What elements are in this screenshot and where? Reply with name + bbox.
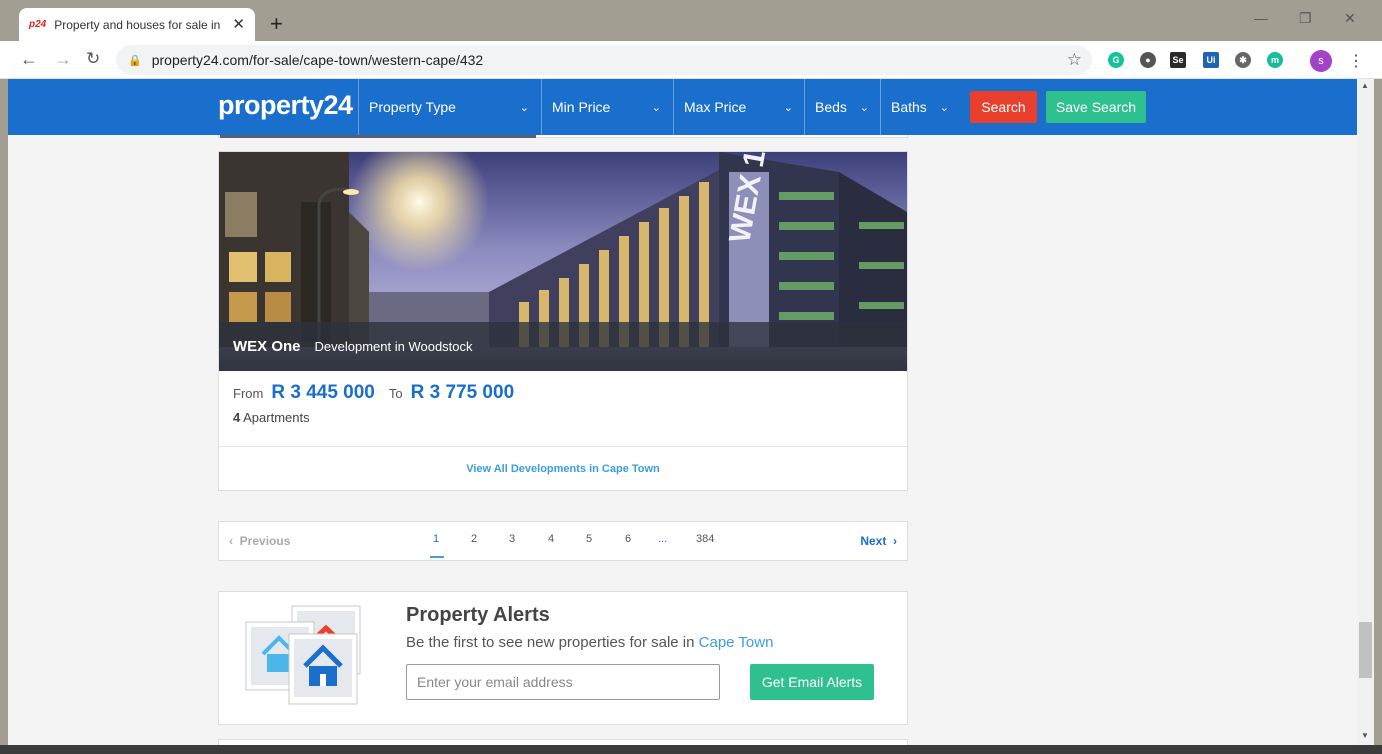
browser-toolbar: ← → ↻ 🔒 property24.com/for-sale/cape-tow… [0, 41, 1382, 79]
page-scrollbar[interactable]: ▲ ▼ [1357, 79, 1374, 745]
chevron-left-icon: ‹ [229, 534, 240, 548]
scrollbar-thumb[interactable] [1359, 622, 1372, 678]
page-link[interactable]: 384 [696, 533, 714, 545]
circle-extension-icon[interactable]: ● [1140, 52, 1156, 68]
grammarly-icon[interactable]: G [1108, 52, 1124, 68]
filter-label: Max Price [684, 99, 747, 115]
selenium-extension-icon[interactable]: Se [1170, 52, 1186, 68]
ui-extension-icon[interactable]: Ui [1203, 52, 1219, 68]
menu-kebab-icon[interactable]: ⋮ [1348, 51, 1364, 71]
chevron-down-icon: ⌄ [783, 101, 793, 114]
price-range: From R 3 445 000 To R 3 775 000 [233, 382, 528, 404]
m-extension-icon[interactable]: m [1267, 52, 1283, 68]
listing-image [220, 135, 536, 138]
alerts-city-link[interactable]: Cape Town [699, 634, 774, 651]
development-image[interactable]: WEX 1 WEX One Development in Woodstock [219, 152, 907, 371]
new-tab-icon[interactable]: + [270, 11, 283, 37]
address-bar[interactable]: 🔒 property24.com/for-sale/cape-town/west… [116, 45, 1092, 75]
development-name[interactable]: WEX One [233, 338, 301, 355]
bug-extension-icon[interactable]: ✱ [1235, 52, 1251, 68]
site-header: property24 Property Type ⌄ Min Price ⌄ M… [8, 79, 1357, 135]
close-tab-icon[interactable]: ✕ [232, 15, 245, 33]
os-taskbar [0, 745, 1382, 754]
filter-label: Baths [891, 99, 927, 115]
page-link[interactable]: 2 [471, 533, 477, 545]
alerts-subtitle: Be the first to see new properties for s… [406, 634, 773, 651]
property24-favicon-icon: p24 [29, 19, 47, 30]
chevron-down-icon: ⌄ [651, 101, 661, 114]
filter-label: Beds [815, 99, 847, 115]
pagination: ‹ Previous 1 2 3 4 5 6 ... 384 Next › [218, 521, 908, 561]
back-icon[interactable]: ← [20, 49, 38, 70]
close-window-icon[interactable]: ✕ [1344, 10, 1356, 27]
filter-min-price[interactable]: Min Price ⌄ [541, 79, 671, 135]
search-button[interactable]: Search [970, 91, 1037, 123]
page-link[interactable]: 1 [433, 533, 439, 545]
page-link[interactable]: 5 [586, 533, 592, 545]
development-caption: WEX One Development in Woodstock [219, 322, 907, 371]
price-to: R 3 775 000 [410, 382, 515, 403]
browser-tab[interactable]: p24 Property and houses for sale in C ✕ [19, 8, 255, 41]
development-card[interactable]: WEX 1 WEX One Development in Woodstock F… [218, 151, 908, 491]
development-type: Development in Woodstock [314, 339, 473, 354]
minimize-icon[interactable]: — [1254, 10, 1268, 26]
previous-listing-card[interactable] [218, 135, 908, 138]
page-link[interactable]: 3 [509, 533, 515, 545]
email-input[interactable] [406, 664, 720, 700]
chevron-down-icon: ⌄ [859, 101, 869, 114]
chevron-right-icon: › [886, 534, 897, 548]
previous-label: Previous [239, 534, 291, 548]
scroll-up-arrow-icon[interactable]: ▲ [1361, 81, 1369, 90]
to-label: To [388, 386, 403, 401]
unit-summary: 4 Apartments [233, 410, 310, 425]
page-link[interactable]: 6 [625, 533, 631, 545]
restore-icon[interactable]: ❐ [1299, 10, 1312, 27]
filter-beds[interactable]: Beds ⌄ [804, 79, 879, 135]
next-label: Next [860, 534, 887, 548]
page-link[interactable]: 4 [548, 533, 554, 545]
next-page-button[interactable]: Next › [860, 534, 897, 548]
from-label: From [233, 386, 264, 401]
filter-label: Property Type [369, 99, 456, 115]
unit-type: Apartments [243, 410, 310, 425]
property24-logo[interactable]: property24 [218, 90, 353, 121]
alerts-subtitle-text: Be the first to see new properties for s… [406, 634, 695, 651]
page-ellipsis[interactable]: ... [658, 533, 667, 545]
profile-avatar[interactable]: s [1310, 50, 1332, 72]
scroll-down-arrow-icon[interactable]: ▼ [1361, 731, 1369, 740]
save-search-button[interactable]: Save Search [1046, 91, 1146, 123]
filter-property-type[interactable]: Property Type ⌄ [358, 79, 539, 135]
get-email-alerts-button[interactable]: Get Email Alerts [750, 664, 874, 700]
property-alerts-panel: Property Alerts Be the first to see new … [218, 591, 908, 725]
current-page-indicator [430, 556, 444, 558]
tab-title: Property and houses for sale in C [54, 17, 225, 32]
page-content: WEX 1 WEX One Development in Woodstock F… [8, 135, 1357, 745]
forward-icon[interactable]: → [54, 49, 72, 70]
view-all-developments-link[interactable]: View All Developments in Cape Town [219, 446, 907, 490]
url-text: property24.com/for-sale/cape-town/wester… [151, 52, 484, 68]
house-alerts-illustration [245, 605, 361, 705]
previous-page-button[interactable]: ‹ Previous [229, 534, 290, 548]
bookmark-star-icon[interactable]: ☆ [1067, 50, 1082, 70]
chevron-down-icon: ⌄ [939, 101, 949, 114]
filter-max-price[interactable]: Max Price ⌄ [673, 79, 803, 135]
lock-icon: 🔒 [128, 54, 142, 67]
price-from: R 3 445 000 [271, 382, 375, 403]
filter-baths[interactable]: Baths ⌄ [880, 79, 959, 135]
chevron-down-icon: ⌄ [519, 101, 529, 114]
filter-label: Min Price [552, 99, 611, 115]
reload-icon[interactable]: ↻ [86, 49, 100, 69]
alerts-title: Property Alerts [406, 604, 550, 626]
browser-tab-bar: p24 Property and houses for sale in C ✕ … [0, 0, 1382, 41]
unit-count: 4 [233, 410, 241, 425]
